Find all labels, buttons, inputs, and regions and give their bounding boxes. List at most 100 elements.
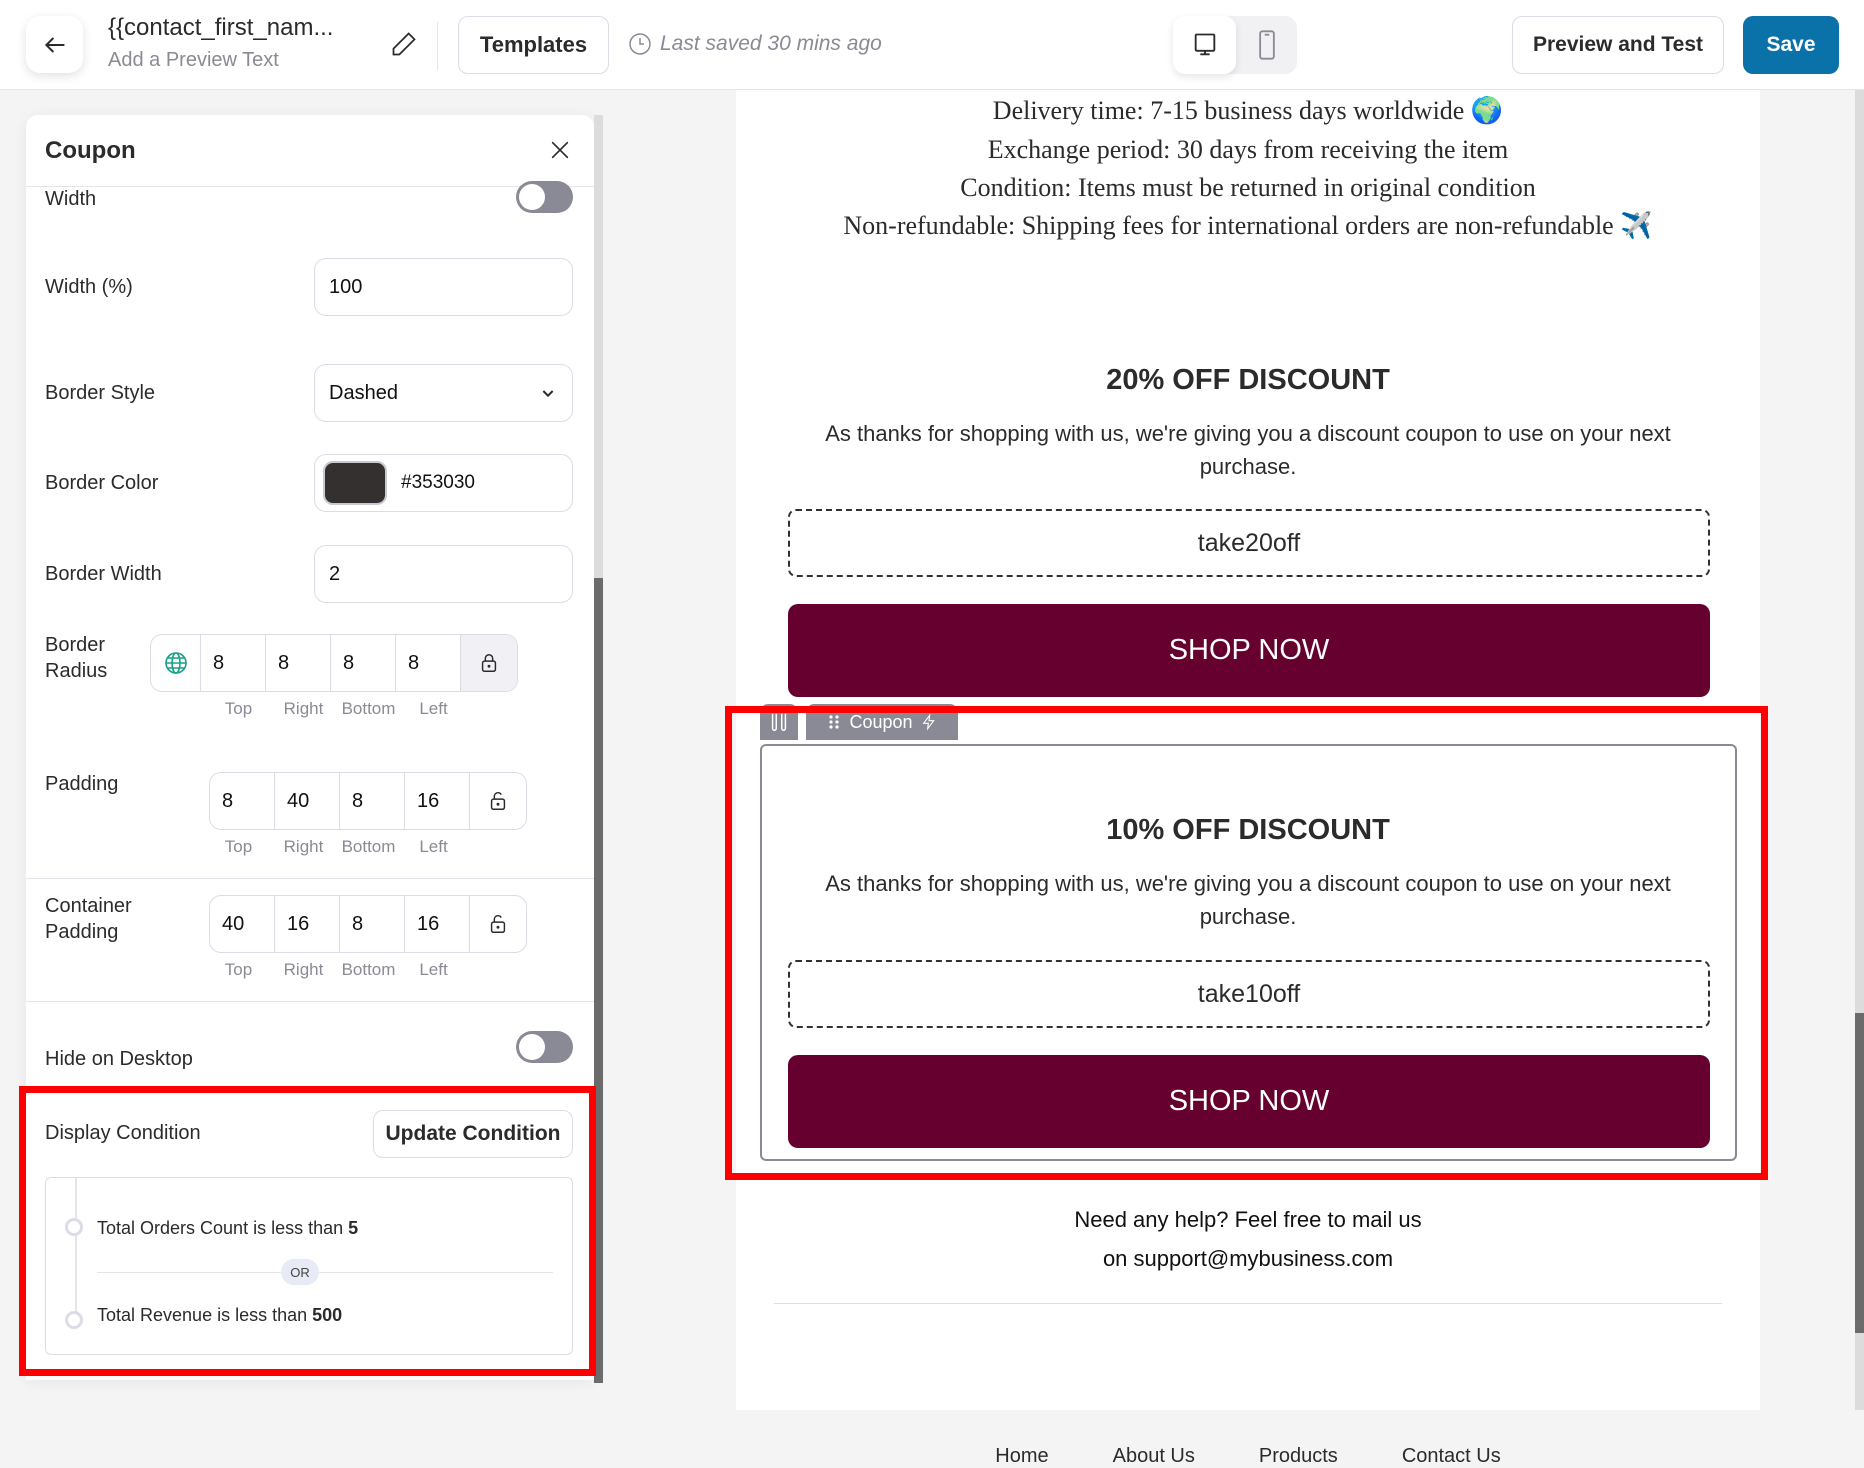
width-percent-input[interactable]: 100: [314, 258, 573, 316]
container-padding-right-input[interactable]: 16: [275, 896, 340, 952]
email-subject[interactable]: {{contact_first_nam...: [108, 14, 333, 42]
save-button[interactable]: Save: [1743, 16, 1839, 74]
globe-icon: [164, 652, 187, 674]
highlight-annotation: [19, 1086, 596, 1376]
side-label-bottom: Bottom: [341, 837, 396, 856]
footer-link-home[interactable]: Home: [995, 1445, 1048, 1468]
side-label-right: Right: [283, 960, 324, 979]
width-toggle[interactable]: [516, 181, 573, 213]
shop-now-button[interactable]: SHOP NOW: [788, 604, 1710, 697]
lock-icon: [481, 654, 497, 672]
back-button[interactable]: [26, 16, 83, 73]
hide-desktop-label: Hide on Desktop: [45, 1048, 193, 1070]
support-email[interactable]: on support@mybusiness.com: [736, 1246, 1760, 1272]
border-style-value: Dashed: [329, 381, 398, 404]
padding-right-input[interactable]: 40: [275, 773, 340, 829]
radius-top-input[interactable]: 8: [201, 635, 266, 691]
border-radius-label: Border Radius: [45, 634, 108, 682]
radius-right-input[interactable]: 8: [266, 635, 331, 691]
border-style-select[interactable]: Dashed: [314, 364, 573, 422]
arrow-left-icon: [44, 37, 65, 52]
side-label-top: Top: [224, 960, 253, 979]
padding-left-input[interactable]: 16: [405, 773, 470, 829]
coupon-heading: 20% OFF DISCOUNT: [1106, 364, 1390, 396]
side-label-bottom: Bottom: [341, 699, 396, 718]
phone-icon: [1258, 30, 1275, 60]
width-toggle-label: Width: [45, 188, 97, 210]
close-panel-button[interactable]: [549, 139, 571, 166]
border-color-value: #353030: [401, 472, 475, 493]
divider: [26, 1001, 594, 1002]
footer-divider: [774, 1303, 1722, 1304]
canvas-scrollbar[interactable]: [1855, 1013, 1864, 1333]
footer-link-products[interactable]: Products: [1259, 1445, 1338, 1468]
padding-label: Padding: [45, 773, 119, 795]
container-padding-side-labels: Top Right Bottom Left: [206, 960, 466, 980]
border-radius-inputs: 8 8 8 8: [150, 634, 518, 692]
padding-top-input[interactable]: 8: [210, 773, 275, 829]
container-padding-inputs: 40 16 8 16: [209, 895, 527, 953]
container-padding-label: Container Padding: [45, 895, 132, 943]
global-radius-button[interactable]: [151, 635, 201, 691]
footer-link-about[interactable]: About Us: [1113, 1445, 1195, 1468]
highlight-annotation: [725, 706, 1768, 1180]
preview-text[interactable]: Add a Preview Text: [108, 49, 279, 72]
container-padding-bottom-input[interactable]: 8: [340, 896, 405, 952]
side-label-bottom: Bottom: [341, 960, 396, 979]
side-label-left: Left: [419, 837, 448, 856]
pencil-icon: [392, 32, 416, 56]
desktop-view-button[interactable]: [1173, 16, 1236, 74]
radius-lock-button[interactable]: [461, 635, 517, 691]
chevron-down-icon: [542, 390, 554, 398]
container-padding-lock-button[interactable]: [470, 896, 526, 952]
close-icon: [551, 141, 569, 159]
radius-left-input[interactable]: 8: [396, 635, 461, 691]
footer-links: Home About Us Products Contact Us: [736, 1445, 1760, 1468]
top-bar: {{contact_first_nam... Add a Preview Tex…: [0, 0, 1864, 90]
side-label-right: Right: [283, 837, 324, 856]
preview-and-test-button[interactable]: Preview and Test: [1512, 16, 1724, 74]
side-label-top: Top: [224, 699, 253, 718]
footer-link-contact[interactable]: Contact Us: [1402, 1445, 1501, 1468]
border-width-label: Border Width: [45, 563, 162, 585]
container-padding-left-input[interactable]: 16: [405, 896, 470, 952]
side-label-left: Left: [419, 699, 448, 718]
radius-side-labels: Top Right Bottom Left: [206, 699, 466, 719]
border-color-input[interactable]: #353030: [314, 454, 573, 512]
radius-bottom-input[interactable]: 8: [331, 635, 396, 691]
coupon-description: As thanks for shopping with us, we're gi…: [825, 421, 1671, 479]
border-style-label: Border Style: [45, 382, 156, 404]
policy-line: Condition: Items must be returned in ori…: [960, 173, 1536, 202]
side-label-left: Left: [419, 960, 448, 979]
width-percent-label: Width (%): [45, 276, 133, 298]
unlock-icon: [490, 914, 506, 933]
border-width-input[interactable]: 2: [314, 545, 573, 603]
templates-button[interactable]: Templates: [458, 16, 609, 74]
divider: [26, 878, 594, 879]
padding-bottom-input[interactable]: 8: [340, 773, 405, 829]
padding-lock-button[interactable]: [470, 773, 526, 829]
hide-desktop-toggle[interactable]: [516, 1031, 573, 1063]
border-color-label: Border Color: [45, 472, 159, 494]
side-label-top: Top: [224, 837, 253, 856]
monitor-icon: [1194, 33, 1215, 56]
policy-line: Exchange period: 30 days from receiving …: [987, 135, 1509, 164]
help-text: Need any help? Feel free to mail us: [1074, 1207, 1422, 1232]
clock-icon: [629, 33, 651, 55]
policy-line: Delivery time: 7-15 business days worldw…: [992, 96, 1504, 125]
panel-title: Coupon: [45, 137, 136, 164]
panel-header: Coupon: [26, 115, 594, 187]
last-saved-status: Last saved 30 mins ago: [628, 32, 882, 56]
divider: [437, 22, 438, 70]
edit-subject-button[interactable]: [390, 30, 418, 63]
color-swatch[interactable]: [323, 461, 387, 505]
container-padding-top-input[interactable]: 40: [210, 896, 275, 952]
padding-side-labels: Top Right Bottom Left: [206, 837, 466, 857]
last-saved-text: Last saved 30 mins ago: [660, 32, 882, 55]
padding-inputs: 8 40 8 16: [209, 772, 527, 830]
side-label-right: Right: [283, 699, 324, 718]
unlock-icon: [490, 791, 506, 810]
coupon-code[interactable]: take20off: [788, 509, 1710, 577]
mobile-view-button[interactable]: [1236, 16, 1297, 74]
policy-line: Non-refundable: Shipping fees for intern…: [843, 211, 1653, 240]
